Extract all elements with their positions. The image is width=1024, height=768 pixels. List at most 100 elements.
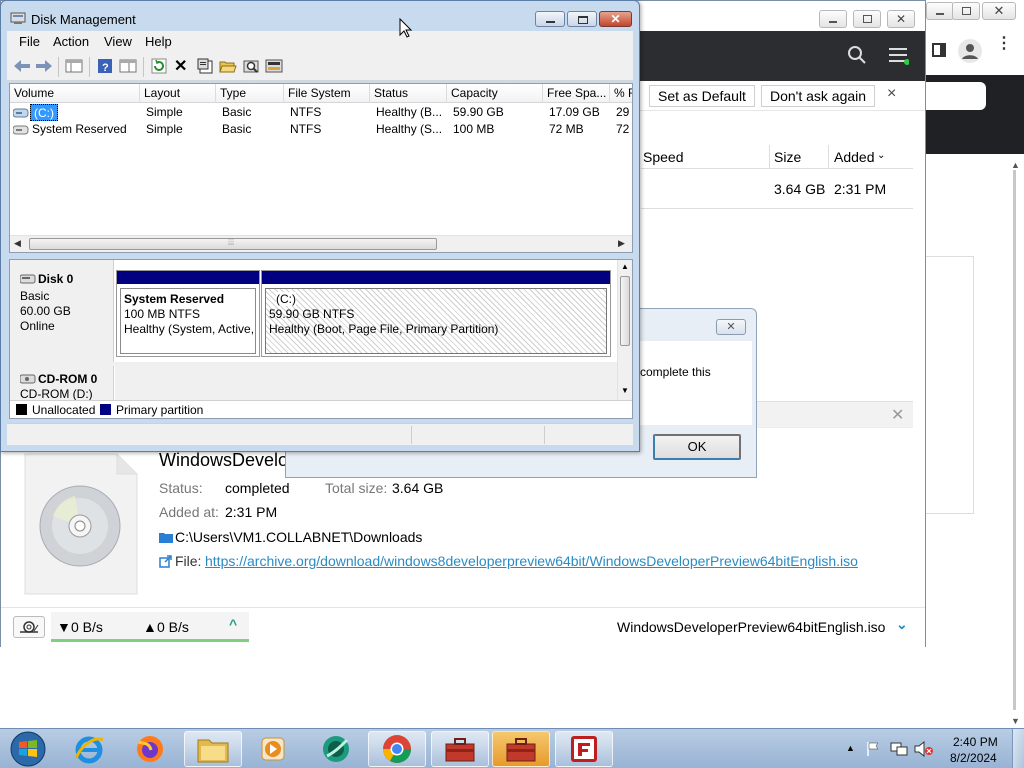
menu-help[interactable]: Help	[145, 34, 172, 49]
column-size[interactable]: Size	[774, 149, 801, 165]
action-center-flag-icon[interactable]	[866, 741, 880, 757]
taskbar-media-player[interactable]	[244, 731, 302, 767]
speed-limiter-button[interactable]	[13, 616, 45, 638]
column-status[interactable]: Status	[370, 84, 447, 103]
clock-date[interactable]: 8/2/2024	[950, 751, 997, 765]
column-volume[interactable]: Volume	[10, 84, 140, 103]
profile-avatar-icon[interactable]	[958, 39, 982, 63]
dm-close-button[interactable]: ✕	[599, 11, 632, 27]
downloads-minimize-button[interactable]	[819, 10, 847, 28]
chevron-up-icon[interactable]: ^	[229, 616, 237, 632]
table-row[interactable]: (C:) Simple Basic NTFS Healthy (B... 59.…	[10, 104, 632, 121]
taskbar-toolbox-1[interactable]	[431, 731, 489, 767]
taskbar-filezilla[interactable]	[555, 731, 613, 767]
up-arrow-icon: ▲	[143, 619, 157, 635]
column-layout[interactable]: Layout	[140, 84, 216, 103]
volume-cell: (C:)	[30, 104, 58, 121]
dialog-close-button[interactable]: ✕	[716, 319, 746, 335]
search-disk-icon[interactable]	[243, 58, 259, 74]
hamburger-menu-icon[interactable]	[889, 47, 909, 65]
horizontal-scrollbar[interactable]: ◀ ⦙⦙⦙ ▶	[10, 235, 632, 252]
help-icon[interactable]: ?	[97, 58, 113, 74]
scroll-down-icon[interactable]: ▼	[621, 386, 629, 395]
scroll-up-icon[interactable]: ▲	[621, 262, 629, 271]
disk-management-window: Disk Management ✕ File Action View Help …	[0, 0, 640, 452]
view-pane-icon[interactable]	[119, 58, 137, 74]
downloads-restore-button[interactable]	[853, 10, 881, 28]
delete-icon[interactable]: ✕	[174, 56, 187, 76]
c-fs: 59.90 GB NTFS	[269, 307, 355, 321]
menu-view[interactable]: View	[104, 34, 132, 49]
dm-minimize-button[interactable]	[535, 11, 565, 27]
chevron-down-icon[interactable]: ⌄	[896, 616, 908, 633]
legend-unallocated-swatch	[16, 404, 27, 415]
taskbar-explorer[interactable]	[184, 731, 242, 767]
file-url-link[interactable]: https://archive.org/download/windows8dev…	[205, 553, 858, 569]
legend-primary: Primary partition	[116, 403, 204, 417]
tray-expand-icon[interactable]: ▲	[846, 743, 855, 753]
toolbar: ? ✕	[7, 53, 633, 81]
partition-system-reserved[interactable]: System Reserved 100 MB NTFS Healthy (Sys…	[116, 270, 260, 357]
volume-muted-icon[interactable]	[914, 741, 934, 757]
infobar-close-icon[interactable]: ×	[887, 85, 896, 103]
disk-settings-icon[interactable]	[265, 58, 283, 74]
speed-panel[interactable]: ▼ 0 B/s ▲ 0 B/s ^	[51, 612, 249, 642]
vertical-scrollbar[interactable]: ▲ ▼	[617, 260, 632, 400]
ok-button[interactable]: OK	[653, 434, 741, 460]
menu-action[interactable]: Action	[53, 34, 89, 49]
address-bar-fragment[interactable]	[926, 82, 986, 110]
start-button[interactable]	[2, 729, 54, 768]
back-arrow-icon[interactable]	[13, 58, 31, 74]
capacity-cell: 100 MB	[453, 122, 495, 136]
open-folder-icon[interactable]	[219, 58, 237, 74]
restore-icon	[862, 15, 872, 23]
taskbar-toolbox-2[interactable]	[492, 731, 550, 767]
console-tree-icon[interactable]	[65, 58, 83, 74]
browser-close-button[interactable]: ✕	[982, 2, 1016, 20]
downloads-statusbar: ▼ 0 B/s ▲ 0 B/s ^ WindowsDeveloperPrevie…	[1, 607, 925, 647]
legend-primary-swatch	[100, 404, 111, 415]
added-at-value: 2:31 PM	[225, 504, 278, 520]
refresh-icon[interactable]	[151, 58, 167, 74]
browser-minimize-button[interactable]	[926, 2, 954, 20]
menu-file[interactable]: File	[19, 34, 40, 49]
set-as-default-button[interactable]: Set as Default	[649, 85, 755, 107]
taskbar-chrome[interactable]	[368, 731, 426, 767]
scroll-thumb[interactable]	[620, 276, 630, 346]
clock-time[interactable]: 2:40 PM	[953, 735, 998, 749]
legend: Unallocated Primary partition	[10, 400, 632, 418]
folder-path-link[interactable]: C:\Users\VM1.COLLABNET\Downloads	[175, 529, 422, 545]
column-capacity[interactable]: Capacity	[447, 84, 543, 103]
network-icon[interactable]	[890, 740, 908, 758]
browser-restore-button[interactable]	[952, 2, 980, 20]
dont-ask-again-button[interactable]: Don't ask again	[761, 85, 876, 107]
partition-c[interactable]: (C:) 59.90 GB NTFS Healthy (Boot, Page F…	[261, 270, 611, 357]
menu-kebab-icon[interactable]: ⋮	[996, 36, 1012, 52]
taskbar-firefox[interactable]	[121, 731, 179, 767]
column-type[interactable]: Type	[216, 84, 284, 103]
status-value: completed	[225, 480, 290, 496]
show-desktop-button[interactable]	[1012, 729, 1024, 768]
dm-restore-button[interactable]	[567, 11, 597, 27]
table-row[interactable]: 3.64 GB 2:31 PM	[641, 169, 913, 209]
forward-arrow-icon[interactable]	[35, 58, 53, 74]
disk0-label-panel[interactable]: Disk 0 Basic 60.00 GB Online	[10, 260, 114, 362]
properties-icon[interactable]	[197, 58, 213, 74]
scroll-right-icon[interactable]: ▶	[618, 238, 625, 249]
column-speed[interactable]: Speed	[643, 149, 683, 165]
taskbar-green-app[interactable]	[307, 731, 365, 767]
page-scrollbar[interactable]: ▲ ▼	[1008, 160, 1022, 726]
primary-partition-bar	[117, 271, 259, 284]
cdrom-label-panel[interactable]: CD-ROM 0 CD-ROM (D:)	[10, 366, 114, 401]
downloads-close-button[interactable]: ✕	[887, 10, 915, 28]
scroll-left-icon[interactable]: ◀	[14, 238, 21, 249]
details-close-icon[interactable]: ✕	[891, 405, 904, 425]
column-free-space[interactable]: Free Spa...	[543, 84, 610, 103]
column-added[interactable]: Added	[834, 149, 874, 165]
search-icon[interactable]	[847, 45, 867, 65]
column-percent-free[interactable]: % F	[610, 84, 632, 103]
table-row[interactable]: System Reserved Simple Basic NTFS Health…	[10, 121, 632, 138]
column-file-system[interactable]: File System	[284, 84, 370, 103]
sidebar-panel-icon[interactable]	[932, 43, 946, 57]
taskbar-ie[interactable]	[60, 731, 118, 767]
